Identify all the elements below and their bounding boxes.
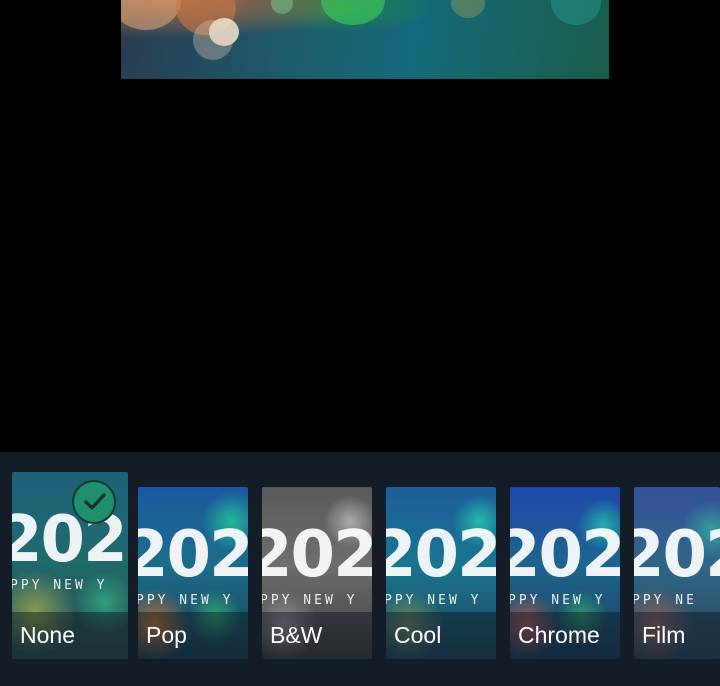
filter-film[interactable]: 202 PPY NE Film: [634, 487, 720, 659]
filter-strip[interactable]: 202 PPY NEW Y None 202 PPY NEW Y Pop 202…: [0, 452, 720, 686]
thumbnail-year-text: 202: [262, 518, 372, 592]
filter-chrome[interactable]: 202 PPY NEW Y Chrome: [510, 487, 620, 659]
check-icon: [84, 493, 106, 510]
bokeh-light: [193, 20, 233, 60]
bokeh-light: [121, 0, 181, 30]
filter-label: Film: [642, 622, 686, 648]
bokeh-light: [551, 0, 601, 25]
filter-cool[interactable]: 202 PPY NEW Y Cool: [386, 487, 496, 659]
filter-label: None: [20, 622, 75, 648]
filter-pop[interactable]: 202 PPY NEW Y Pop: [138, 487, 248, 659]
filter-none[interactable]: 202 PPY NEW Y None: [12, 472, 128, 659]
thumbnail-year-text: 202: [634, 518, 720, 592]
thumbnail-year-text: 202: [138, 518, 248, 592]
thumbnail-greeting-text: PPY NEW Y: [510, 593, 606, 608]
filter-label: Chrome: [518, 622, 600, 648]
thumbnail-year-text: 202: [510, 518, 620, 592]
bokeh-light: [321, 0, 385, 25]
thumbnail-greeting-text: PPY NEW Y: [386, 593, 482, 608]
photo-preview-image: [121, 0, 609, 79]
thumbnail-greeting-text: PPY NEW Y: [262, 593, 358, 608]
filter-label: B&W: [270, 622, 323, 648]
thumbnail-greeting-text: PPY NEW Y: [12, 578, 108, 593]
thumbnail-year-text: 202: [386, 518, 496, 592]
filter-bw[interactable]: 202 PPY NEW Y B&W: [262, 487, 372, 659]
filter-label: Cool: [394, 622, 442, 648]
bokeh-light: [451, 0, 485, 18]
photo-preview-area: [0, 0, 720, 452]
thumbnail-greeting-text: PPY NEW Y: [138, 593, 234, 608]
thumbnail-greeting-text: PPY NE: [634, 593, 697, 608]
bokeh-light: [271, 0, 293, 14]
filter-label: Pop: [146, 622, 187, 648]
selected-check-badge: [72, 480, 116, 524]
